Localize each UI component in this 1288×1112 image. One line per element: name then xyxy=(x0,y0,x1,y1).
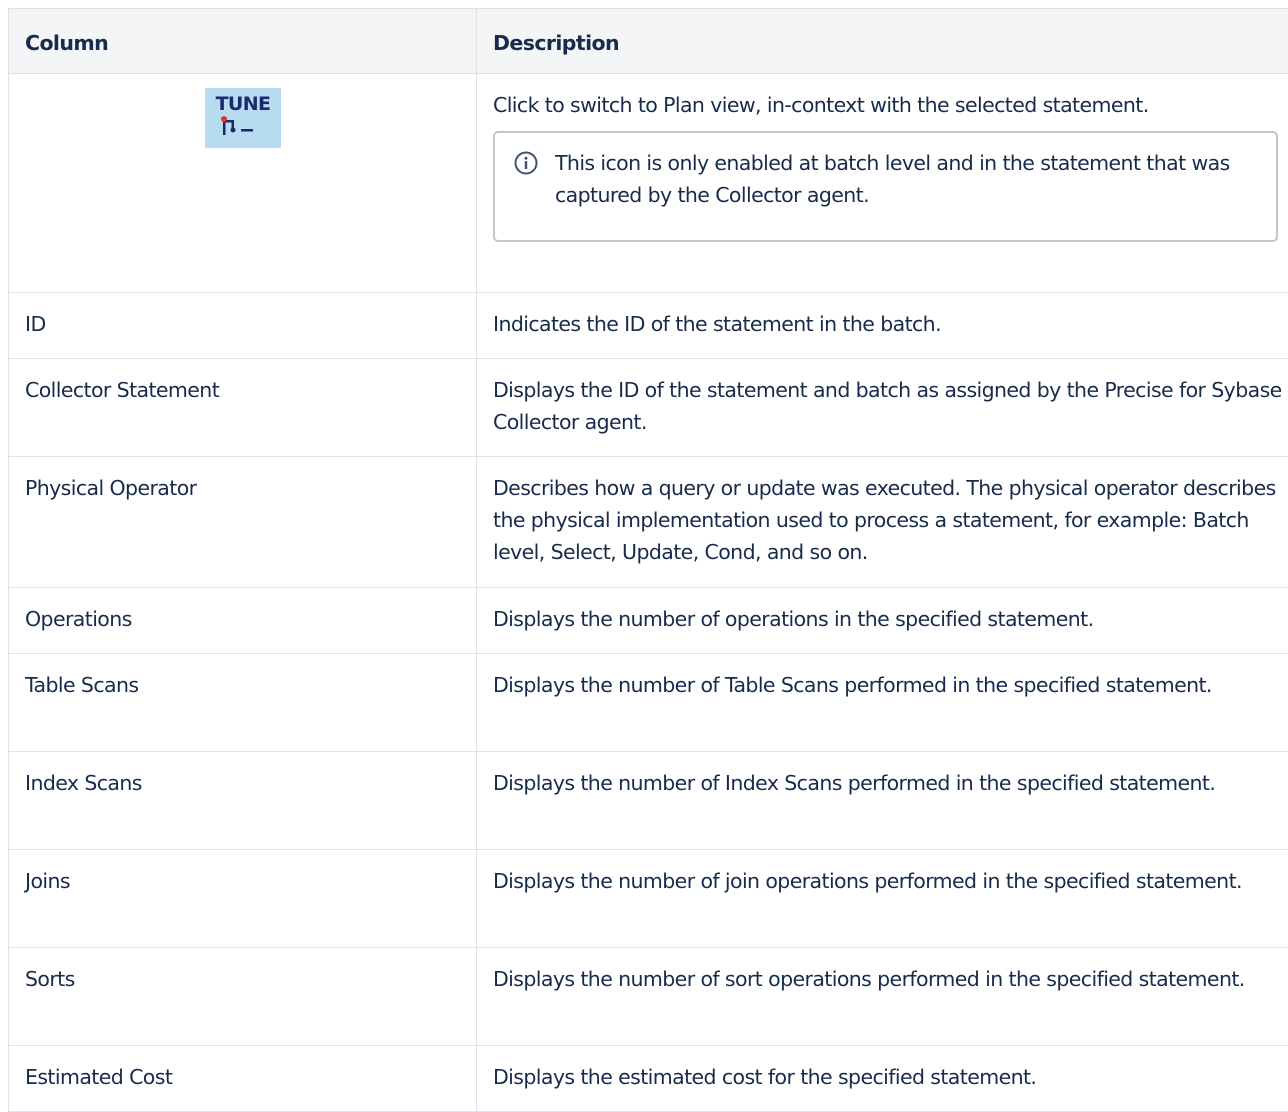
table-row: Table Scans Displays the number of Table… xyxy=(9,654,1288,752)
icon-cell: TUNE xyxy=(9,74,477,293)
table-row: TUNE Click to switch to Plan view, in-co… xyxy=(9,74,1288,293)
columns-table: Column Description TUNE xyxy=(8,8,1288,1112)
column-description: Displays the number of operations in the… xyxy=(477,588,1288,654)
column-description: Describes how a query or update was exec… xyxy=(477,457,1288,588)
column-description: Displays the number of join operations p… xyxy=(477,850,1288,948)
table-row: Operations Displays the number of operat… xyxy=(9,588,1288,654)
table-header-row: Column Description xyxy=(9,9,1288,74)
table-row: Joins Displays the number of join operat… xyxy=(9,850,1288,948)
header-description: Description xyxy=(477,9,1288,74)
column-name: Index Scans xyxy=(9,752,477,850)
table-row: Collector Statement Displays the ID of t… xyxy=(9,359,1288,457)
column-description: Displays the number of Index Scans perfo… xyxy=(477,752,1288,850)
table-row: Estimated Cost Displays the estimated co… xyxy=(9,1046,1288,1112)
table-row: Index Scans Displays the number of Index… xyxy=(9,752,1288,850)
row-description: Click to switch to Plan view, in-context… xyxy=(493,89,1288,121)
table-row: ID Indicates the ID of the statement in … xyxy=(9,293,1288,359)
column-description: Displays the number of Table Scans perfo… xyxy=(477,654,1288,752)
column-name: Table Scans xyxy=(9,654,477,752)
column-description: Displays the ID of the statement and bat… xyxy=(477,359,1288,457)
description-cell: Click to switch to Plan view, in-context… xyxy=(477,74,1288,293)
column-name: Operations xyxy=(9,588,477,654)
column-name: Sorts xyxy=(9,948,477,1046)
column-description: Displays the number of sort operations p… xyxy=(477,948,1288,1046)
info-panel: This icon is only enabled at batch level… xyxy=(493,131,1278,242)
column-description: Displays the estimated cost for the spec… xyxy=(477,1046,1288,1112)
column-name: Joins xyxy=(9,850,477,948)
column-name: Estimated Cost xyxy=(9,1046,477,1112)
tune-icon-text: TUNE xyxy=(215,93,270,115)
column-name: Physical Operator xyxy=(9,457,477,588)
info-panel-text: This icon is only enabled at batch level… xyxy=(555,151,1230,207)
column-description: Indicates the ID of the statement in the… xyxy=(477,293,1288,359)
column-name: Collector Statement xyxy=(9,359,477,457)
table-row: Sorts Displays the number of sort operat… xyxy=(9,948,1288,1046)
tune-icon: TUNE xyxy=(205,88,281,148)
header-column: Column xyxy=(9,9,477,74)
info-icon xyxy=(513,150,539,176)
table-row: Physical Operator Describes how a query … xyxy=(9,457,1288,588)
column-name: ID xyxy=(9,293,477,359)
